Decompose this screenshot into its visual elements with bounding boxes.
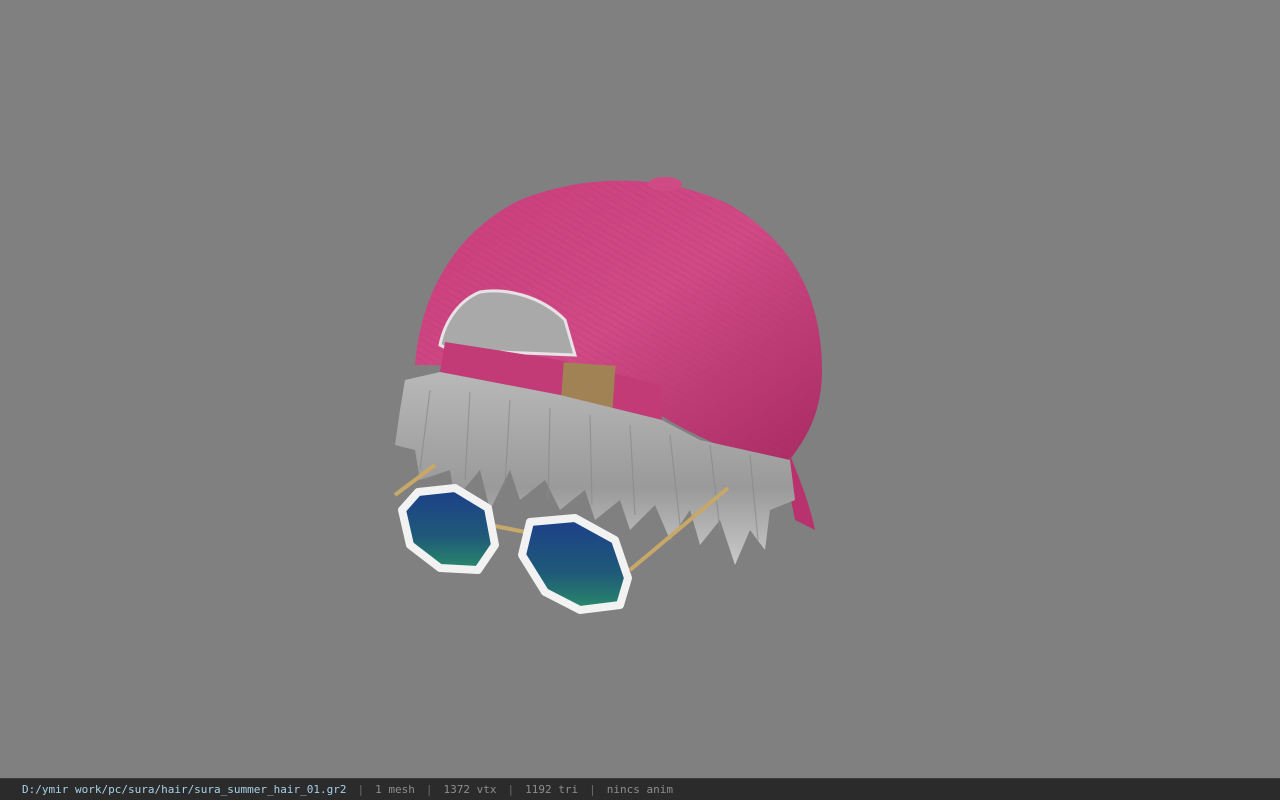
status-separator: | — [507, 783, 515, 796]
status-separator: | — [425, 783, 433, 796]
cap-button — [648, 177, 682, 191]
status-bar: D:/ymir work/pc/sura/hair/sura_summer_ha… — [0, 778, 1280, 800]
status-separator: | — [589, 783, 596, 796]
hair-model-render[interactable] — [0, 0, 1280, 778]
status-file-path: D:/ymir work/pc/sura/hair/sura_summer_ha… — [22, 783, 347, 796]
status-separator: | — [357, 783, 365, 796]
status-mesh-count: 1 mesh — [375, 783, 415, 796]
status-animation: nincs anim — [606, 783, 673, 796]
3d-viewport[interactable] — [0, 0, 1280, 778]
lens-right — [518, 514, 632, 614]
status-triangle-count: 1192 tri — [525, 783, 579, 796]
status-vertex-count: 1372 vtx — [443, 783, 497, 796]
lens-left — [398, 484, 499, 574]
